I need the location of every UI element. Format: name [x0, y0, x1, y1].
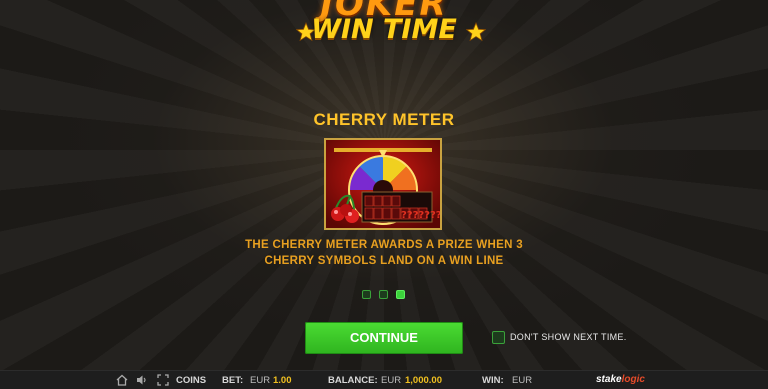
dont-show-checkbox[interactable] — [492, 331, 505, 344]
status-bar: COINS BET: EUR 1.00 BALANCE: EUR 1,000.0… — [0, 370, 768, 389]
description-line-2: CHERRY SYMBOLS LAND ON A WIN LINE — [264, 255, 504, 267]
bet-value: 1.00 — [273, 375, 292, 386]
page-dot-2[interactable] — [379, 290, 388, 299]
bet-label: BET: — [222, 375, 244, 386]
page-description: THE CHERRY METER AWARDS A PRIZE WHEN 3 C… — [234, 237, 534, 269]
fullscreen-icon[interactable] — [157, 374, 169, 386]
page-dot-3[interactable] — [396, 290, 405, 299]
coins-toggle[interactable]: COINS — [176, 375, 206, 386]
balance-currency: EUR — [381, 375, 402, 386]
game-stage: JOKER WIN TIME CHERRY METER ??????? THE … — [0, 0, 768, 370]
win-label: WIN: — [482, 375, 504, 386]
page-title: CHERRY METER — [313, 110, 455, 129]
balance-value: 1,000.00 — [405, 375, 442, 386]
brand-logo: stakelogic — [596, 374, 645, 385]
balance-label: BALANCE: — [328, 375, 378, 386]
brand-part-a: stake — [596, 374, 622, 385]
meter-slots: ??????? — [401, 210, 440, 221]
page-dot-1[interactable] — [362, 290, 371, 299]
win-currency: EUR — [512, 375, 533, 386]
dont-show-label[interactable]: DON'T SHOW NEXT TIME. — [510, 332, 627, 342]
game-logo-sub: WIN TIME — [311, 14, 457, 45]
brand-part-b: logic — [621, 374, 645, 385]
sound-icon[interactable] — [136, 374, 148, 386]
star-icon — [466, 22, 486, 42]
bet-currency: EUR — [250, 375, 271, 386]
home-icon[interactable] — [116, 374, 128, 386]
cherry-meter-thumbnail: ??????? — [324, 138, 442, 230]
cherry-meter-illustration: ??????? — [326, 140, 440, 228]
continue-button[interactable]: CONTINUE — [305, 322, 463, 354]
description-line-1: THE CHERRY METER AWARDS A PRIZE WHEN 3 — [245, 239, 523, 251]
